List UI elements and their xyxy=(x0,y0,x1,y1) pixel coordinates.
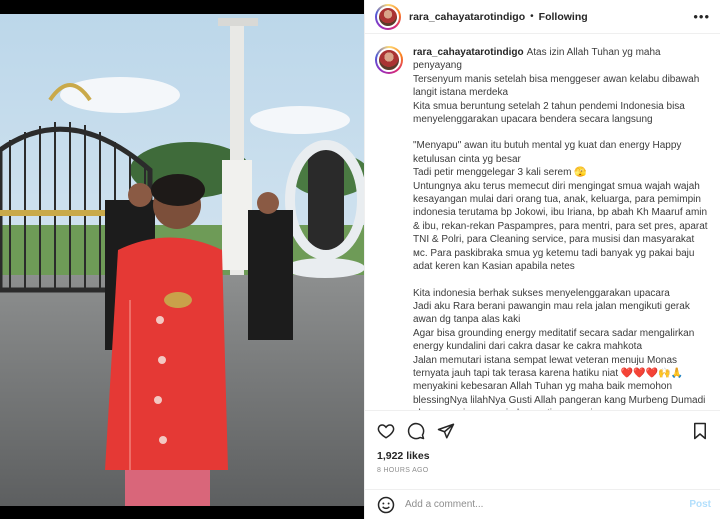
following-button[interactable]: Following xyxy=(539,11,588,23)
comment-bar: Post xyxy=(365,489,720,519)
emoji-icon[interactable] xyxy=(375,494,397,516)
timestamp: 8 HOURS AGO xyxy=(377,467,429,474)
post-photo[interactable] xyxy=(0,0,364,519)
more-icon[interactable]: ••• xyxy=(693,9,710,24)
comment-input[interactable] xyxy=(405,499,690,510)
caption-block: rara_cahayatarotindigo Atas izin Allah Tu… xyxy=(365,34,720,410)
heart-icon[interactable] xyxy=(375,420,397,442)
photo-illustration xyxy=(0,0,364,519)
caption-paragraph-3: Kita indonesia berhak sukses menyelengga… xyxy=(413,287,706,411)
caption-username[interactable]: rara_cahayatarotindigo xyxy=(413,47,524,58)
post-panel: rara_cahayatarotindigo • Following ••• r… xyxy=(364,0,720,519)
share-icon[interactable] xyxy=(435,420,457,442)
caption-paragraph-2: "Menyapu" awan itu butuh mental yg kuat … xyxy=(413,140,708,273)
post-header: rara_cahayatarotindigo • Following ••• xyxy=(365,0,720,34)
comment-icon[interactable] xyxy=(405,420,427,442)
caption-text: rara_cahayatarotindigo Atas izin Allah Tu… xyxy=(413,46,711,410)
save-icon[interactable] xyxy=(689,420,711,442)
avatar[interactable] xyxy=(375,3,401,30)
post-button[interactable]: Post xyxy=(689,499,711,510)
caption-line-1: Atas izin Allah Tuhan yg maha penyayang … xyxy=(413,47,700,126)
separator-dot: • xyxy=(530,11,534,22)
like-count[interactable]: 1,922 likes xyxy=(377,450,430,462)
caption-paragraph: rara_cahayatarotindigo Atas izin Allah Tu… xyxy=(413,46,711,126)
action-bar xyxy=(365,410,720,450)
caption-avatar[interactable] xyxy=(375,46,403,74)
header-username[interactable]: rara_cahayatarotindigo xyxy=(409,11,525,23)
